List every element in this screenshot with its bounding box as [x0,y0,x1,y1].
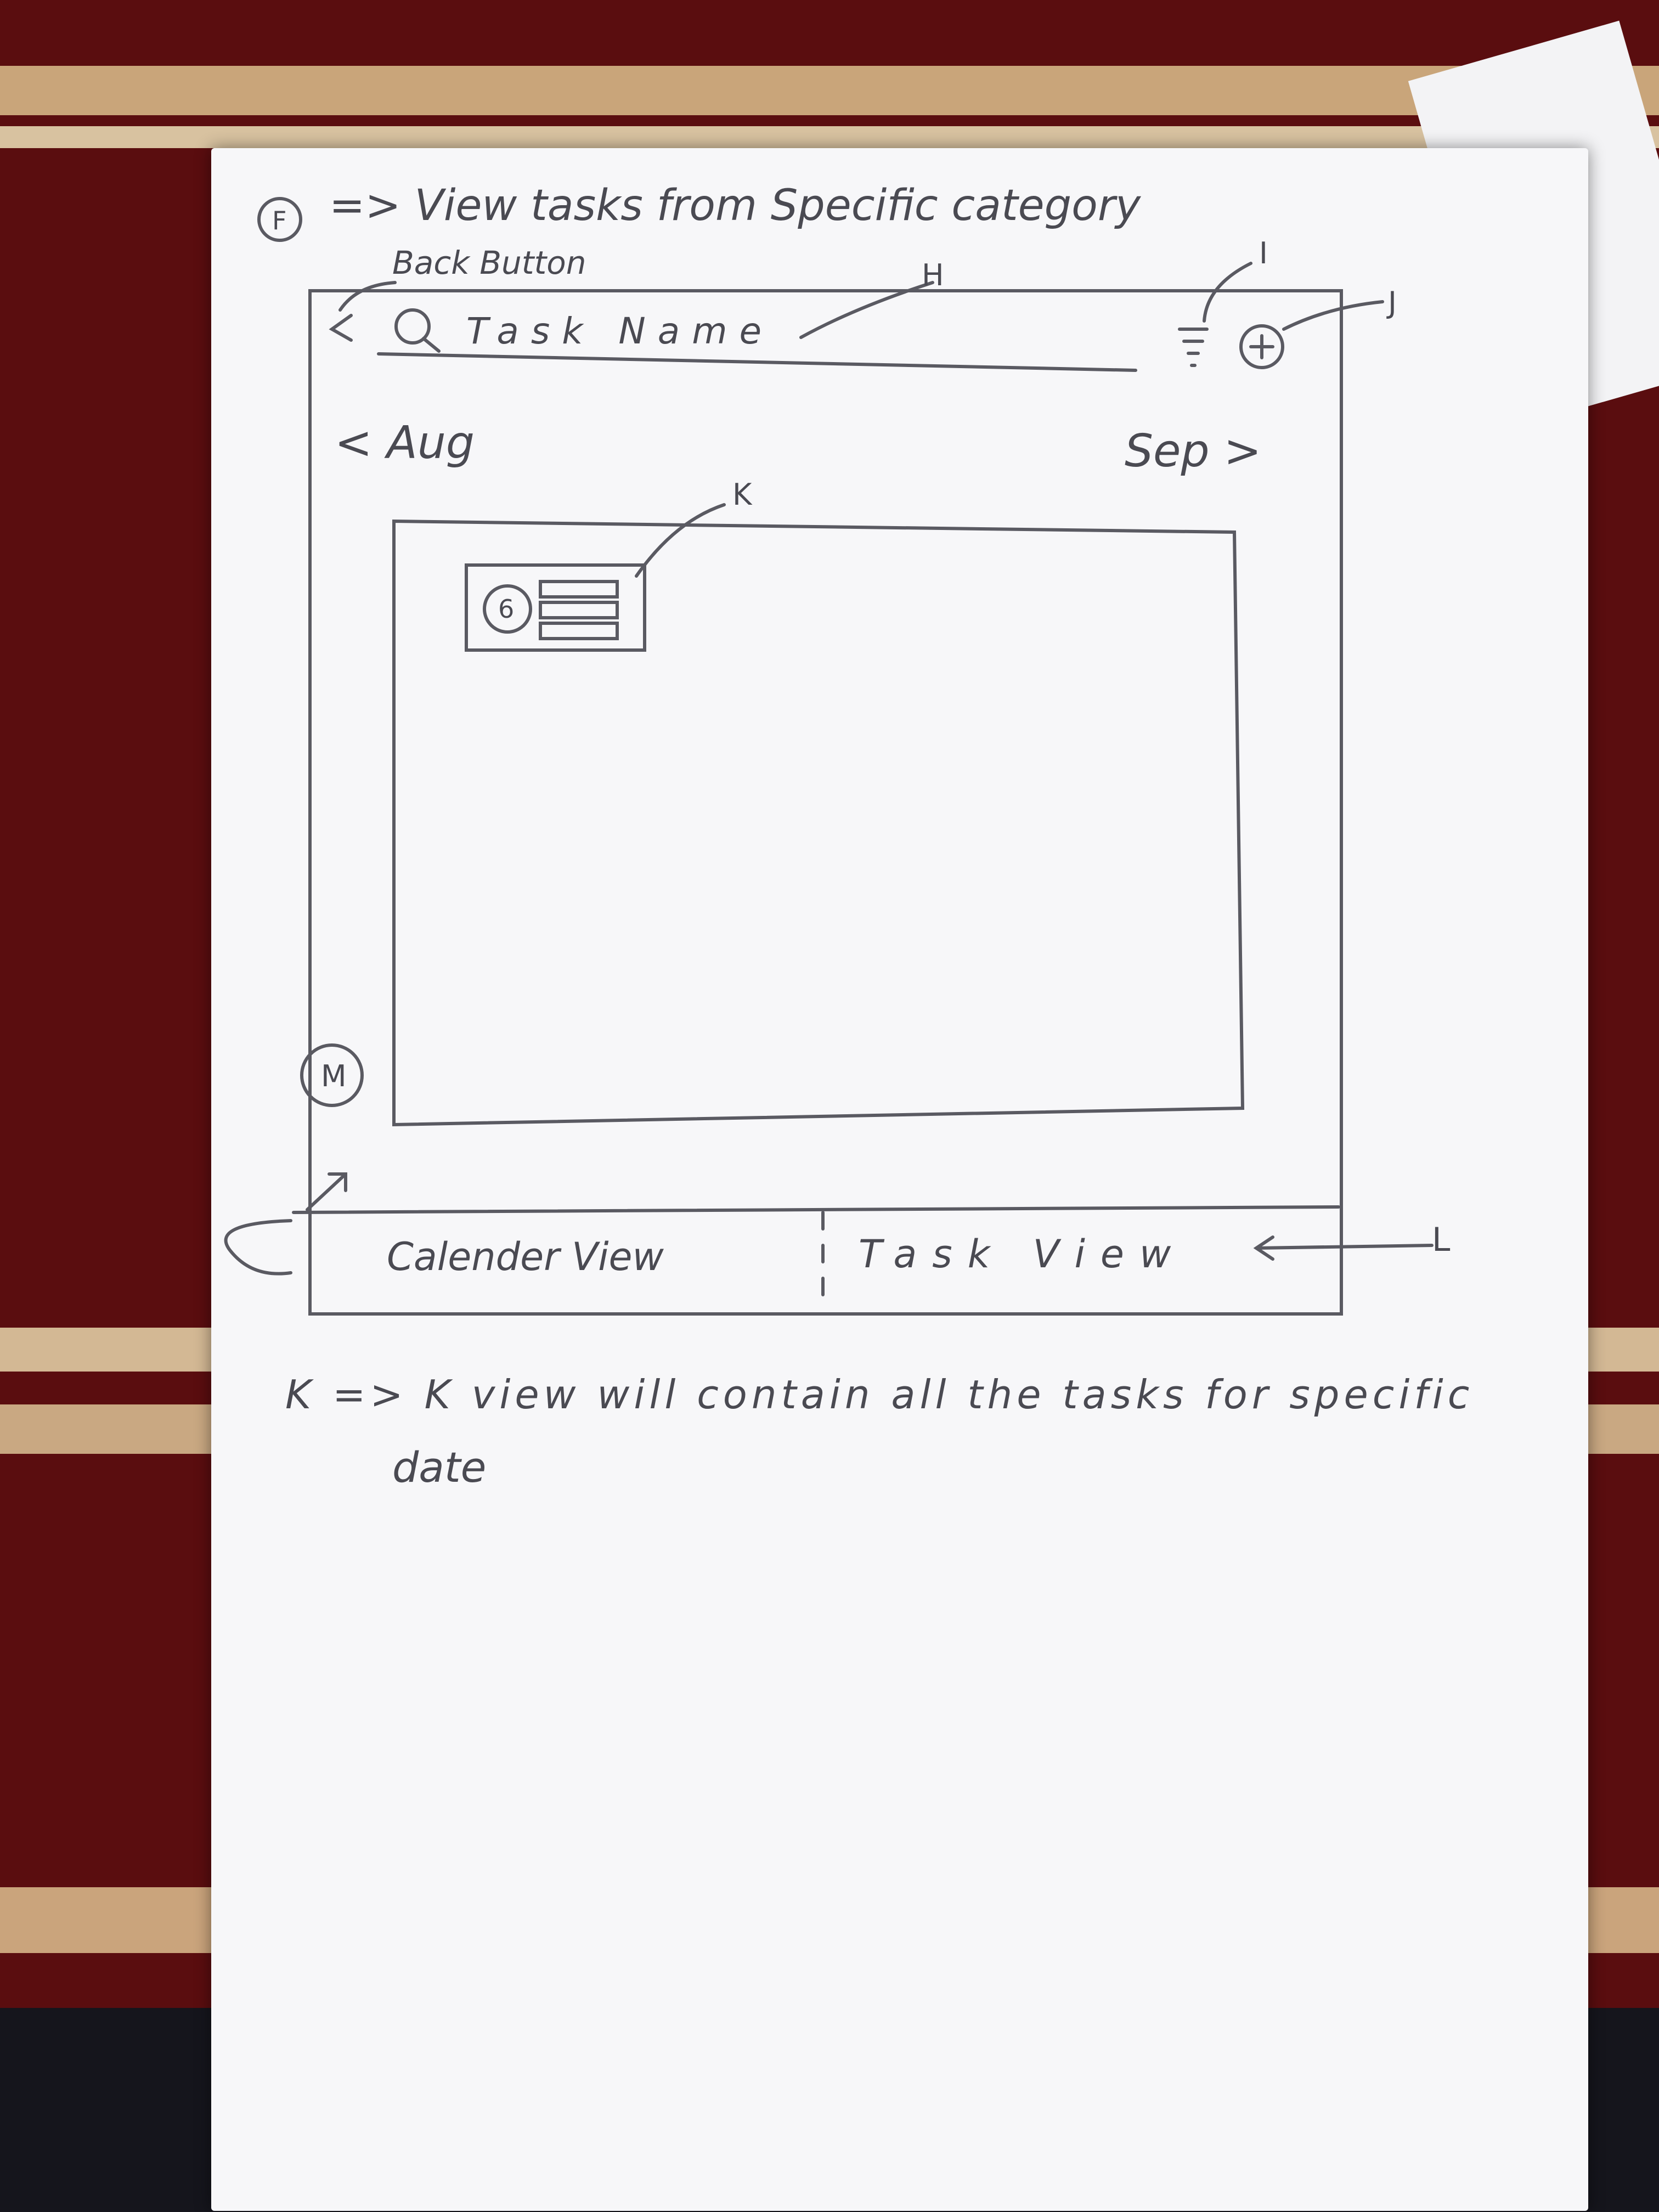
task-line-icon [539,580,619,599]
back-button-arrow [338,281,397,312]
k-arrow [635,503,726,578]
task-line-icon [539,601,619,619]
tab-task-view[interactable]: Task View [859,1232,1186,1277]
annotation-l: L [1432,1221,1451,1259]
task-line-icon [539,622,619,640]
search-input[interactable]: Task Name [466,310,774,352]
annotation-h: H [922,258,944,292]
j-arrow [1282,300,1384,331]
filter-icon[interactable] [1178,328,1209,367]
annotation-k: K [732,477,752,512]
fab-label: M [321,1059,347,1093]
fab-curve [224,1219,292,1276]
search-underline [377,352,1137,372]
annotation-j: J [1388,285,1397,320]
tab-calender-view[interactable]: Calender View [387,1234,664,1279]
task-count: 6 [498,594,515,624]
footnote-line2: date [392,1443,487,1492]
bottom-bar-divider [292,1205,1340,1214]
fab-arrow [306,1172,347,1211]
prev-month-button[interactable]: < Aug [335,417,475,469]
k-view-frame [392,519,1245,1127]
heading-text: => View tasks from Specific category [329,181,1141,230]
search-icon [394,308,441,353]
l-arrow [1253,1235,1434,1261]
next-month-button[interactable]: Sep > [1125,425,1261,477]
footnote-line1: K => K view will contain all the tasks f… [285,1372,1474,1418]
back-button-annotation: Back Button [392,244,586,281]
annotation-i: I [1259,236,1268,270]
chevron-left-icon[interactable] [329,314,353,342]
sketch-lines [224,197,1434,1316]
heading-marker-label: F [272,206,287,235]
plus-circle-icon[interactable] [1239,324,1284,369]
